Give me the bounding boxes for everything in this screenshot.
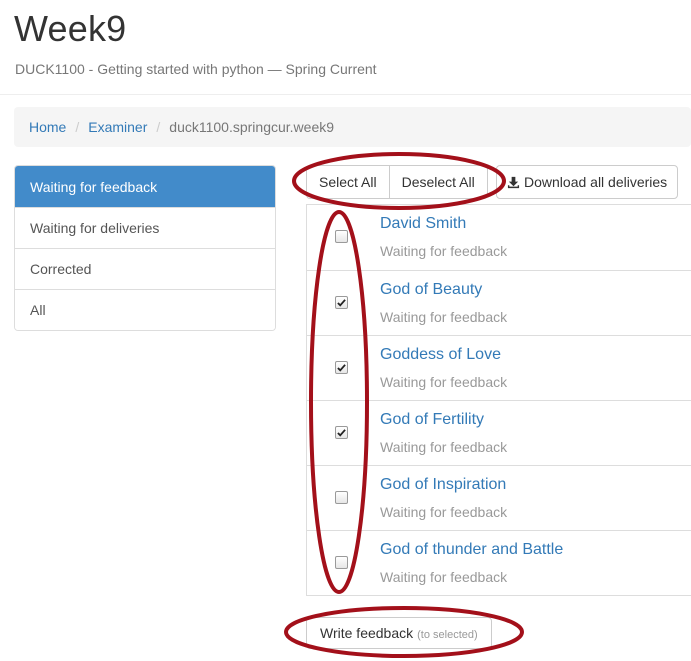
select-all-button[interactable]: Select All <box>306 165 390 199</box>
check-icon <box>337 364 346 372</box>
list-item: David Smith Waiting for feedback <box>307 205 691 270</box>
sidebar-item-corrected[interactable]: Corrected <box>15 248 275 289</box>
breadcrumb-examiner-link[interactable]: Examiner <box>88 119 147 135</box>
write-feedback-hint: (to selected) <box>417 629 478 641</box>
delivery-list: David Smith Waiting for feedback God of … <box>306 204 691 596</box>
breadcrumb-current: duck1100.springcur.week9 <box>169 119 335 135</box>
check-icon <box>337 429 346 437</box>
download-all-button[interactable]: Download all deliveries <box>496 165 679 199</box>
delivery-status: Waiting for feedback <box>380 504 508 520</box>
list-item: God of Inspiration Waiting for feedback <box>307 465 691 530</box>
delivery-checkbox[interactable] <box>335 426 348 439</box>
delivery-checkbox[interactable] <box>335 491 348 504</box>
page-title: Week9 <box>14 8 127 49</box>
breadcrumb-separator: / <box>156 119 161 135</box>
delivery-status: Waiting for feedback <box>380 309 508 325</box>
sidebar-item-waiting-for-feedback[interactable]: Waiting for feedback <box>15 166 275 207</box>
write-feedback-label: Write feedback <box>320 625 414 641</box>
selection-button-group: Select All Deselect All <box>306 165 488 199</box>
delivery-name-link[interactable]: God of Fertility <box>380 411 484 429</box>
delivery-name-link[interactable]: God of thunder and Battle <box>380 541 563 559</box>
delivery-status: Waiting for feedback <box>380 243 508 259</box>
delivery-checkbox[interactable] <box>335 230 348 243</box>
list-item: God of Beauty Waiting for feedback <box>307 270 691 335</box>
deselect-all-button[interactable]: Deselect All <box>389 165 488 199</box>
delivery-status: Waiting for feedback <box>380 374 508 390</box>
list-item: God of Fertility Waiting for feedback <box>307 400 691 465</box>
delivery-name-link[interactable]: Goddess of Love <box>380 346 501 364</box>
delivery-status: Waiting for feedback <box>380 439 508 455</box>
header-divider <box>0 94 691 95</box>
delivery-name-link[interactable]: David Smith <box>380 215 466 233</box>
download-icon <box>507 176 520 188</box>
write-feedback-button[interactable]: Write feedback (to selected) <box>306 617 492 649</box>
delivery-checkbox[interactable] <box>335 296 348 309</box>
breadcrumb: Home / Examiner / duck1100.springcur.wee… <box>14 107 691 147</box>
download-all-label: Download all deliveries <box>524 174 668 190</box>
breadcrumb-home-link[interactable]: Home <box>29 119 66 135</box>
filter-sidebar: Waiting for feedback Waiting for deliver… <box>14 165 276 331</box>
delivery-status: Waiting for feedback <box>380 569 508 585</box>
sidebar-item-all[interactable]: All <box>15 289 275 330</box>
list-item: Goddess of Love Waiting for feedback <box>307 335 691 400</box>
delivery-name-link[interactable]: God of Beauty <box>380 281 482 299</box>
delivery-name-link[interactable]: God of Inspiration <box>380 476 506 494</box>
page-subtitle: DUCK1100 - Getting started with python —… <box>15 61 377 77</box>
list-item: God of thunder and Battle Waiting for fe… <box>307 530 691 595</box>
sidebar-item-waiting-for-deliveries[interactable]: Waiting for deliveries <box>15 207 275 248</box>
delivery-checkbox[interactable] <box>335 361 348 374</box>
delivery-checkbox[interactable] <box>335 556 348 569</box>
check-icon <box>337 299 346 307</box>
breadcrumb-separator: / <box>75 119 80 135</box>
